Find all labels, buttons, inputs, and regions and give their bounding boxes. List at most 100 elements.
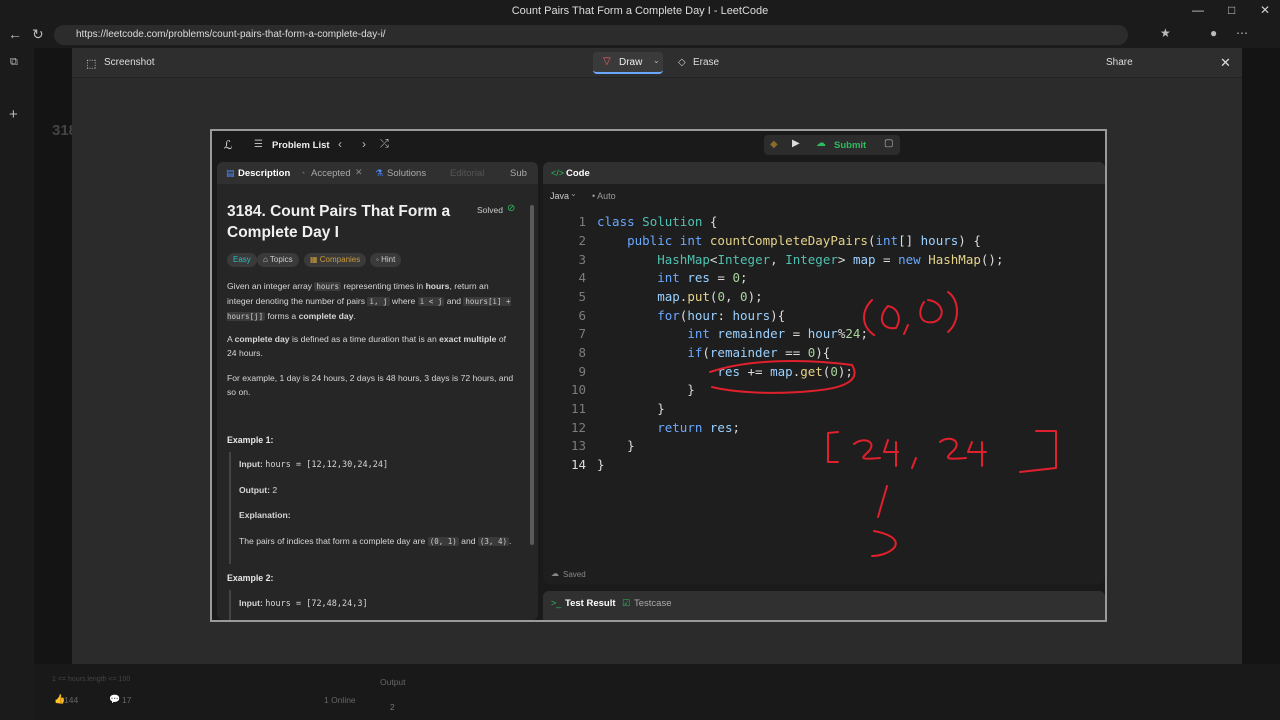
code-line: int res = 0;: [657, 270, 748, 285]
erase-button[interactable]: Erase: [693, 57, 719, 68]
next-problem-icon[interactable]: ›: [362, 137, 366, 151]
text: forms a: [267, 311, 297, 321]
close-tab-icon[interactable]: ✕: [355, 167, 363, 178]
chevron-down-icon[interactable]: ⌄: [653, 56, 660, 65]
inline-code: i, j: [367, 297, 390, 306]
code-line: if(remainder == 0){: [687, 345, 831, 360]
bold-text: complete day: [234, 334, 290, 344]
solved-status: Solved: [477, 205, 503, 215]
leetcode-topbar: ℒ ☰ Problem List ‹ › ⤮ ◆ ▶ ☁ Submit ▢: [212, 131, 1105, 159]
submit-button[interactable]: Submit: [834, 140, 866, 151]
code-line: public int countCompleteDayPairs(int[] h…: [627, 233, 981, 248]
inline-code: (0, 1): [427, 537, 459, 546]
comment-icon: 💬: [109, 694, 121, 704]
profile-avatar[interactable]: ●: [1210, 26, 1217, 40]
problem-paragraph-1: Given an integer array hours representin…: [227, 279, 517, 324]
text: A: [227, 334, 233, 344]
value: 2: [272, 485, 278, 495]
code-line: return res;: [657, 420, 741, 435]
text: .: [509, 536, 512, 546]
tab-actions-icon[interactable]: ⧉: [10, 56, 18, 69]
example-1-output: Output: 2: [239, 485, 277, 495]
vertical-tab-strip: ⧉ +: [0, 48, 34, 720]
code-line: }: [597, 401, 665, 416]
tag-icon: ⌂: [263, 255, 270, 264]
problem-title: 3184. Count Pairs That Form a Complete D…: [227, 203, 451, 241]
more-icon[interactable]: ⋯: [1236, 26, 1248, 40]
line-number: 8: [578, 345, 586, 360]
topics-tag[interactable]: ⌂ Topics: [257, 253, 299, 267]
output-label: Output: [380, 677, 406, 687]
draw-label: Draw: [619, 57, 643, 68]
example-2-heading: Example 2:: [227, 573, 274, 583]
favorites-icon[interactable]: ★: [1160, 26, 1171, 40]
pen-icon: ▽: [603, 56, 611, 67]
address-bar[interactable]: https://leetcode.com/problems/count-pair…: [54, 25, 1128, 45]
code-line: }: [597, 438, 635, 453]
tab-description[interactable]: Description: [238, 168, 290, 179]
auto-mode[interactable]: • Auto: [592, 191, 616, 201]
screenshot-title: Screenshot: [104, 57, 155, 68]
notes-icon[interactable]: ▢: [884, 138, 893, 149]
building-icon: ▦: [310, 255, 320, 264]
prev-problem-icon[interactable]: ‹: [338, 137, 342, 151]
run-icon[interactable]: ▶: [792, 138, 800, 149]
companies-label: Companies: [319, 255, 361, 264]
tab-test-result[interactable]: Test Result: [565, 598, 616, 609]
tab-editorial[interactable]: Editorial: [450, 168, 484, 179]
shuffle-icon[interactable]: ⤮: [380, 138, 389, 151]
label: Output:: [239, 485, 271, 495]
accepted-tab-icon: ◔: [300, 168, 306, 178]
code-line: res += map.get(0);: [717, 364, 853, 379]
leetcode-logo-icon[interactable]: ℒ: [224, 138, 233, 152]
problem-list-button[interactable]: Problem List: [272, 140, 330, 151]
value: hours = [72,48,24,3]: [265, 599, 368, 609]
close-window-icon[interactable]: ✕: [1260, 3, 1270, 17]
line-number: 7: [578, 326, 586, 341]
code-tabs: [543, 162, 1105, 184]
line-number: 5: [578, 289, 586, 304]
value: hours = [12,12,30,24,24]: [265, 460, 389, 470]
language-select[interactable]: Java: [550, 191, 569, 201]
minimize-icon[interactable]: —: [1192, 3, 1204, 17]
hint-label: Hint: [381, 255, 396, 264]
text: and: [446, 296, 462, 306]
text: The pairs of indices that form a complet…: [239, 536, 426, 546]
text: .: [353, 311, 356, 321]
bold-text: exact multiple: [439, 334, 497, 344]
line-number: 14: [570, 457, 586, 472]
problem-paragraph-2: A complete day is defined as a time dura…: [227, 332, 517, 360]
description-scrollbar[interactable]: [530, 205, 534, 545]
testcase-icon: ☑: [622, 598, 631, 608]
hint-tag[interactable]: ◦ Hint: [370, 253, 402, 267]
line-number: 1: [578, 214, 586, 229]
reload-icon[interactable]: ↻: [32, 26, 44, 43]
code-line: int remainder = hour%24;: [687, 326, 868, 341]
topics-label: Topics: [269, 255, 293, 264]
tab-submissions[interactable]: Sub: [510, 168, 527, 179]
chevron-down-icon[interactable]: ⌄: [570, 189, 577, 198]
text: and: [461, 536, 476, 546]
tab-accepted[interactable]: Accepted: [311, 168, 351, 179]
close-modal-icon[interactable]: ✕: [1220, 55, 1231, 71]
saved-icon: ☁: [551, 569, 559, 578]
tab-solutions[interactable]: Solutions: [387, 168, 426, 179]
back-icon[interactable]: ←: [8, 26, 22, 42]
line-number: 2: [578, 233, 586, 248]
maximize-icon[interactable]: □: [1228, 3, 1235, 17]
debug-icon[interactable]: ◆: [770, 139, 778, 150]
text: where: [391, 296, 416, 306]
tab-code[interactable]: Code: [566, 168, 590, 179]
new-tab-icon[interactable]: +: [9, 106, 18, 123]
companies-tag[interactable]: ▦ Companies: [304, 253, 367, 267]
line-number: 4: [578, 270, 586, 285]
draw-button[interactable]: ▽ Draw ⌄: [593, 52, 663, 74]
tab-testcase[interactable]: Testcase: [634, 598, 672, 609]
code-line: class Solution {: [597, 214, 718, 229]
saved-status: Saved: [563, 570, 586, 579]
window-title: Count Pairs That Form a Complete Day I -…: [511, 5, 769, 17]
inline-code: (3, 4): [477, 537, 509, 546]
text: is defined as a time duration that is an: [291, 334, 437, 344]
code-line: }: [597, 457, 605, 472]
share-button[interactable]: Share: [1106, 57, 1133, 68]
